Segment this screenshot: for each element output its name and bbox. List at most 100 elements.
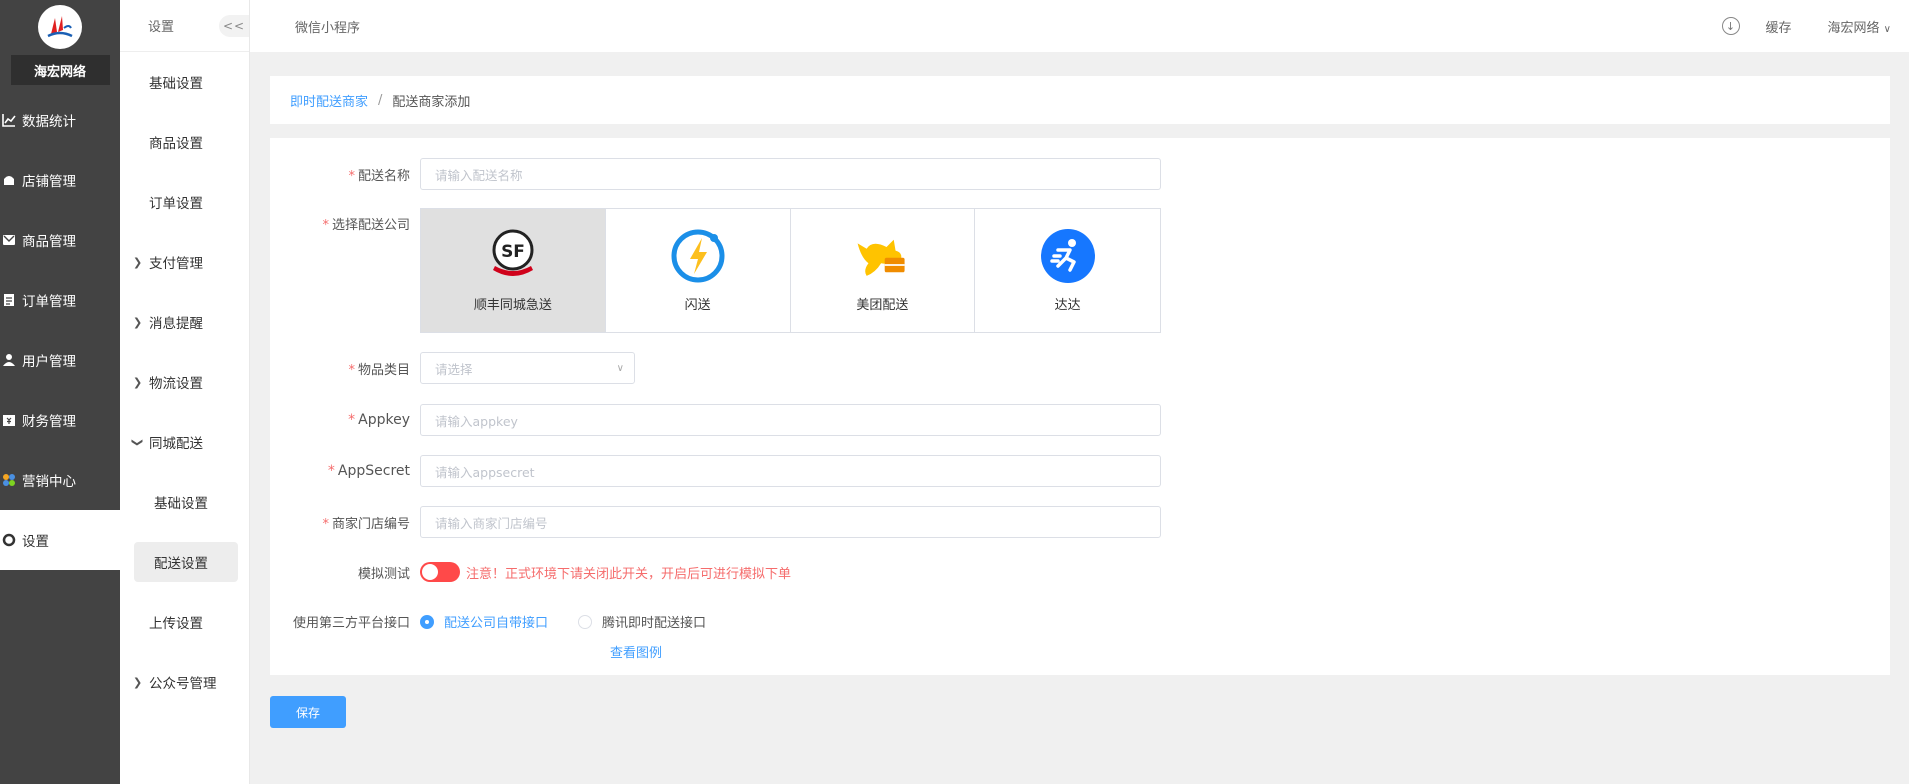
subnav-title: 设置: [148, 20, 175, 35]
sidebar-item-label: 营销中心: [22, 474, 76, 490]
sidebar-item-finance[interactable]: 财务管理: [0, 390, 120, 450]
form-row-store-number: * 商家门店编号 请输入商家门店编号: [270, 506, 1890, 538]
test-mode-label: 模拟测试: [357, 566, 410, 582]
breadcrumb-current: 配送商家添加: [392, 94, 471, 110]
meituan-logo: [854, 228, 910, 284]
subnav-item-logistics[interactable]: ❯ 物流设置: [120, 352, 249, 412]
store-icon: [2, 173, 16, 187]
company-option-meituan[interactable]: 美团配送: [791, 209, 976, 332]
category-select[interactable]: 请选择 ∨: [420, 352, 635, 384]
subnav-item-label: 支付管理: [149, 256, 203, 272]
top-bar: 微信小程序 ↓ 缓存 海宏网络 ∨: [250, 0, 1909, 52]
test-mode-switch[interactable]: [420, 562, 460, 582]
subnav-item-basic[interactable]: 基础设置: [120, 52, 249, 112]
form-row-appsecret: * AppSecret 请输入appsecret: [270, 455, 1890, 487]
chevron-down-icon: ❯: [131, 437, 145, 447]
subnav-item-official-account[interactable]: ❯ 公众号管理: [120, 652, 249, 712]
store-number-input[interactable]: 请输入商家门店编号: [420, 506, 1161, 538]
svg-text:SF: SF: [501, 242, 525, 262]
subnav-item-label: 基础设置: [149, 76, 203, 92]
sidebar-item-label: 财务管理: [22, 414, 76, 430]
company-option-shansong[interactable]: 闪送: [606, 209, 791, 332]
company-name: 美团配送: [856, 298, 909, 313]
chevron-right-icon: ❯: [133, 315, 143, 329]
sidebar-item-data-stats[interactable]: 数据统计: [0, 90, 120, 150]
form-row-appkey: * Appkey 请输入appkey: [270, 404, 1890, 436]
sidebar-item-store[interactable]: 店铺管理: [0, 150, 120, 210]
secondary-sidebar: 设置 << 基础设置 商品设置 订单设置 ❯ 支付管理 ❯ 消息提醒 ❯ 物流设置 ❯…: [120, 0, 250, 784]
logo: [38, 5, 82, 49]
subnav-item-label: 上传设置: [149, 616, 203, 632]
subnav-item-label: 商品设置: [149, 136, 203, 152]
subnav-item-label: 物流设置: [149, 376, 203, 392]
appkey-input[interactable]: 请输入appkey: [420, 404, 1161, 436]
save-button[interactable]: 保存: [270, 696, 346, 728]
sf-express-logo: SF: [485, 228, 541, 284]
sidebar-item-orders[interactable]: 订单管理: [0, 270, 120, 330]
breadcrumb-parent[interactable]: 即时配送商家: [290, 91, 368, 110]
subnav-header: 设置 <<: [120, 0, 249, 52]
company-label: * 选择配送公司: [322, 218, 410, 233]
subnav-item-label: 消息提醒: [149, 316, 203, 332]
view-example-link[interactable]: 查看图例: [610, 642, 662, 661]
category-label: * 物品类目: [348, 362, 410, 378]
tab-wechat-miniprogram[interactable]: 微信小程序: [295, 17, 360, 36]
user-menu[interactable]: 海宏网络 ∨: [1828, 17, 1891, 36]
subnav-item-product[interactable]: 商品设置: [120, 112, 249, 172]
sidebar-item-products[interactable]: 商品管理: [0, 210, 120, 270]
company-option-sf[interactable]: SF 顺丰同城急送: [421, 209, 606, 332]
api-label: 使用第三方平台接口: [292, 616, 410, 631]
form-row-test-mode: 模拟测试 注意！正式环境下请关闭此开关，开启后可进行模拟下单: [270, 562, 1890, 582]
name-label: * 配送名称: [348, 168, 410, 184]
form-row-company: * 选择配送公司 SF 顺丰同城急送 闪送 美团配送 达达: [270, 208, 1890, 333]
radio-label: 配送公司自带接口: [444, 616, 549, 631]
sidebar-item-label: 商品管理: [22, 234, 76, 250]
breadcrumb-separator: /: [378, 92, 383, 108]
top-right-actions: ↓ 缓存 海宏网络 ∨: [1721, 0, 1891, 52]
subnav-item-label: 同城配送: [149, 436, 203, 452]
appsecret-input[interactable]: 请输入appsecret: [420, 455, 1161, 487]
radio-label: 腾讯即时配送接口: [602, 616, 707, 631]
gear-icon: [2, 533, 16, 547]
subnav-item-label: 订单设置: [149, 196, 203, 212]
marketing-icon: [2, 473, 16, 487]
subnav-subitem-delivery[interactable]: 配送设置: [120, 532, 249, 592]
category-placeholder: 请选择: [435, 361, 473, 377]
sidebar-item-marketing[interactable]: 营销中心: [0, 450, 120, 510]
radio-dot: [420, 614, 434, 629]
subnav-item-label: 配送设置: [134, 542, 238, 582]
download-icon[interactable]: ↓: [1721, 17, 1740, 35]
sidebar-item-settings[interactable]: 设置: [0, 510, 120, 570]
company-name: 闪送: [684, 298, 711, 313]
appkey-label: * Appkey: [348, 412, 410, 428]
chevron-right-icon: ❯: [133, 675, 143, 689]
chart-line-icon: [2, 113, 16, 127]
subnav-subitem-basic[interactable]: 基础设置: [120, 472, 249, 532]
subnav-item-label: 基础设置: [154, 496, 208, 512]
chevron-down-icon: ∨: [616, 362, 624, 374]
chevron-right-icon: ❯: [133, 255, 143, 269]
form-row-category: * 物品类目 请选择 ∨: [270, 352, 1890, 384]
company-name: 达达: [1054, 298, 1081, 313]
subnav-item-upload[interactable]: 上传设置: [120, 592, 249, 652]
user-icon: [2, 353, 16, 367]
subnav-item-city-delivery[interactable]: ❯ 同城配送: [120, 412, 249, 472]
company-option-dada[interactable]: 达达: [975, 209, 1160, 332]
subnav-item-message[interactable]: ❯ 消息提醒: [120, 292, 249, 352]
subnav-item-payment[interactable]: ❯ 支付管理: [120, 232, 249, 292]
user-name: 海宏网络: [1827, 20, 1880, 36]
sidebar-item-label: 设置: [22, 534, 49, 550]
sidebar-item-label: 用户管理: [22, 354, 76, 370]
form-row-name: * 配送名称 请输入配送名称: [270, 158, 1890, 190]
radio-tencent-api[interactable]: 腾讯即时配送接口: [578, 612, 706, 631]
company-selector: SF 顺丰同城急送 闪送 美团配送 达达: [420, 208, 1161, 333]
radio-company-api[interactable]: 配送公司自带接口: [420, 612, 548, 631]
collapse-button[interactable]: <<: [219, 14, 249, 37]
cache-button[interactable]: 缓存: [1766, 17, 1792, 36]
appsecret-label: * AppSecret: [327, 463, 410, 479]
shansong-logo: [670, 228, 726, 284]
name-input[interactable]: 请输入配送名称: [420, 158, 1161, 190]
subnav-item-order[interactable]: 订单设置: [120, 172, 249, 232]
logo-area: 海宏网络: [0, 0, 120, 90]
sidebar-item-users[interactable]: 用户管理: [0, 330, 120, 390]
